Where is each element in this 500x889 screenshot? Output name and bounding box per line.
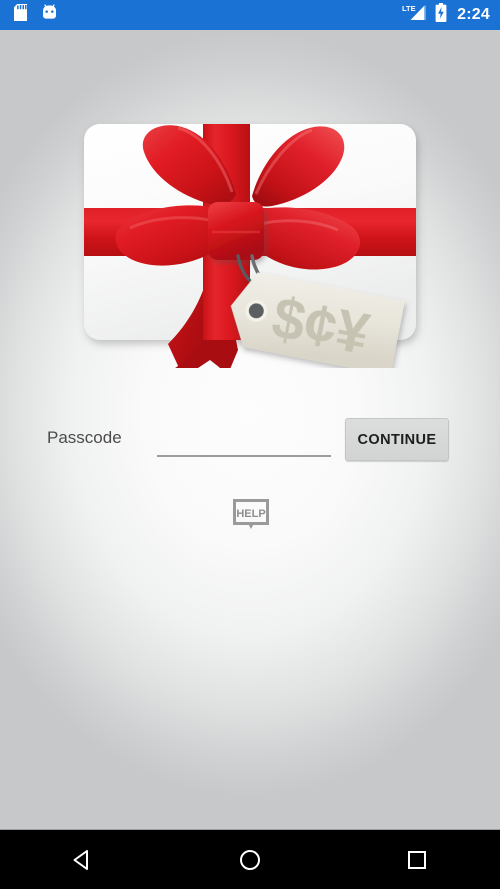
navigation-bar (0, 830, 500, 889)
passcode-label: Passcode (47, 428, 122, 447)
passcode-form-row: Passcode CONTINUE (0, 409, 500, 479)
help-label: HELP (236, 508, 265, 520)
continue-button[interactable]: CONTINUE (345, 418, 449, 461)
nav-back-button[interactable] (48, 830, 118, 889)
status-bar-right-icons: LTE 2:24 (401, 3, 490, 27)
triangle-left-icon (73, 849, 89, 870)
passcode-field-wrapper (157, 421, 331, 461)
passcode-input[interactable] (157, 421, 331, 457)
nav-recents-button[interactable] (382, 830, 452, 889)
status-bar-clock: 2:24 (457, 6, 490, 23)
status-bar: LTE 2:24 (0, 0, 500, 30)
status-bar-left-icons (14, 4, 58, 26)
gift-card-illustration: $¢¥ (60, 78, 440, 368)
phone-screen: LTE 2:24 $¢¥ Passcode CONTINUE HELP (0, 0, 500, 889)
nav-home-button[interactable] (215, 830, 285, 889)
svg-text:LTE: LTE (402, 4, 416, 13)
help-button[interactable]: HELP (231, 498, 271, 532)
help-speech-bubble-icon: HELP (233, 499, 269, 529)
square-icon (407, 850, 426, 869)
app-content-area: $¢¥ Passcode CONTINUE HELP (0, 30, 500, 830)
sd-card-icon (14, 4, 27, 26)
circle-icon (239, 849, 260, 870)
battery-charging-icon (435, 3, 447, 27)
android-head-icon (41, 4, 58, 26)
lte-signal-icon: LTE (401, 3, 427, 27)
nav-bar-divider (0, 829, 500, 830)
